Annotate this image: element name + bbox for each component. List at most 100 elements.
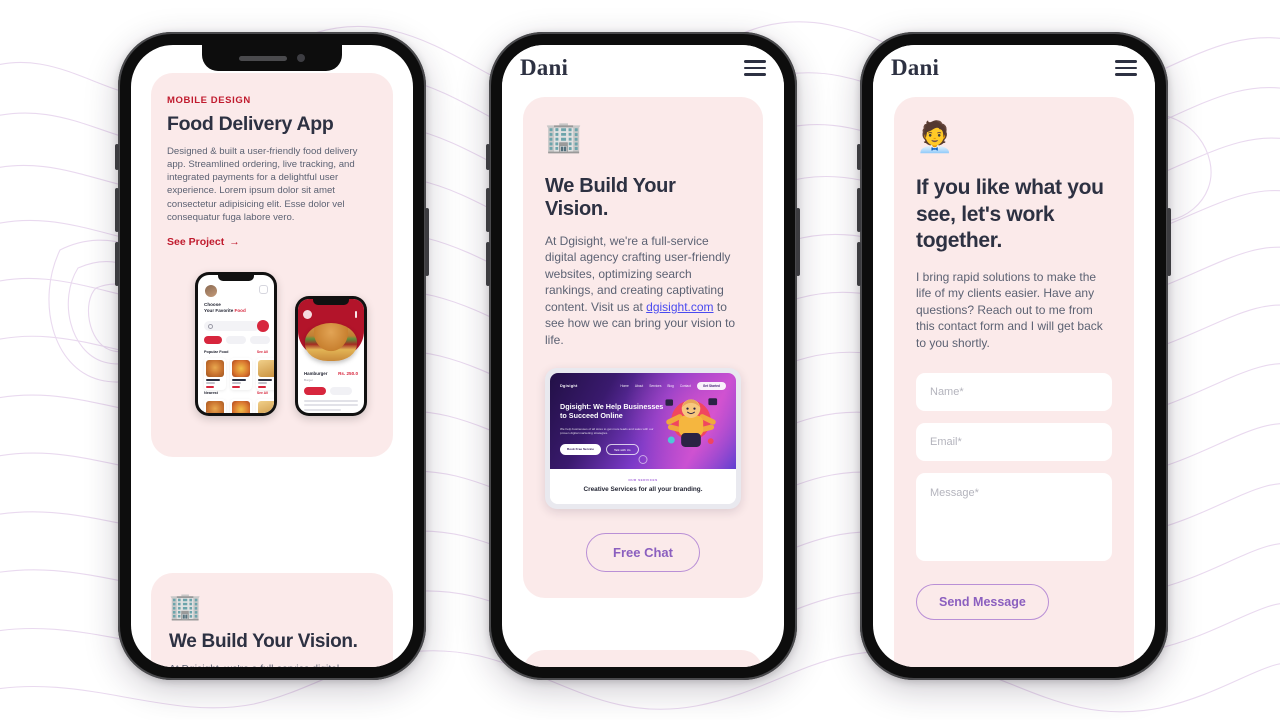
office-building-emoji: 🏢 — [169, 591, 202, 621]
mockup-chip-pizza[interactable] — [226, 335, 246, 344]
mockup-screen-detail: Hamburger Rs. 250.0 Burger — [295, 295, 367, 416]
mockup-section-popular: Popular Food — [204, 349, 229, 354]
contact-form[interactable]: Send Message — [916, 373, 1112, 621]
free-chat-button[interactable]: Free Chat — [586, 533, 700, 573]
preview-character-illustration — [665, 398, 718, 448]
mockup-food-card[interactable] — [230, 398, 252, 413]
preview-nav-blog: Blog — [667, 384, 674, 389]
mockup-chip-all[interactable] — [204, 335, 222, 344]
mockup-filter-button[interactable] — [257, 319, 269, 332]
mockup-tab-reviews[interactable] — [330, 386, 352, 395]
mockup-screen-home: Choose Your Favorite Food Popular Food S… — [195, 271, 277, 416]
mockup-title-line-1: Choose — [204, 301, 221, 307]
site-logo[interactable]: Dani — [520, 55, 568, 81]
preview-logo: Dgisight — [560, 384, 578, 389]
mockup-tab-details[interactable] — [304, 386, 326, 395]
preview-primary-button: Book Free Service — [560, 444, 601, 456]
phone-notch — [202, 45, 342, 71]
preview-hero: Dgisight Home About Services Blog Contac… — [550, 373, 736, 469]
mockup-see-all-popular[interactable]: See All — [257, 350, 268, 354]
phone-mockup-project: MOBILE DESIGN Food Delivery App Designed… — [115, 32, 429, 680]
preview-services-kicker: OUR SERVICES — [628, 478, 658, 483]
mockup-search-field[interactable] — [204, 320, 260, 331]
mockup-chip-burger[interactable] — [250, 335, 270, 344]
page-scroll-area-3[interactable]: 🧑‍💼 If you like what you see, let's work… — [873, 45, 1155, 667]
power-button[interactable] — [1167, 208, 1171, 276]
see-project-link[interactable]: See Project → — [167, 236, 240, 248]
mockup-burger-image — [305, 322, 357, 361]
mockup-food-card[interactable] — [256, 357, 274, 391]
power-button[interactable] — [796, 208, 800, 276]
name-input[interactable] — [916, 373, 1112, 412]
next-section-card: 🧑‍💼 — [523, 650, 763, 667]
preview-scroll-indicator — [638, 455, 648, 465]
vision-teaser-body: At Dgisight, we're a full-service digita… — [169, 663, 375, 667]
page-scroll-area-2[interactable]: 🏢 We Build Your Vision. At Dgisight, we'… — [502, 45, 784, 667]
email-input[interactable] — [916, 423, 1112, 462]
mockup-notch-a — [218, 274, 254, 281]
mockup-detail-tabs[interactable] — [304, 386, 352, 395]
project-category-label: MOBILE DESIGN — [167, 95, 251, 106]
mockup-home-title: Choose Your Favorite Food — [204, 302, 246, 314]
volume-up-button[interactable] — [486, 188, 490, 232]
silent-switch[interactable] — [486, 144, 490, 170]
mockup-food-card[interactable] — [230, 357, 252, 391]
hamburger-menu-icon[interactable] — [744, 60, 766, 76]
mockup-food-grid-nearest — [204, 398, 274, 413]
vision-body: At Dgisight, we're a full-service digita… — [545, 233, 741, 348]
preview-nav-services: Services — [649, 384, 662, 389]
vision-teaser-title: We Build Your Vision. — [169, 631, 358, 652]
vision-title: We Build Your Vision. — [545, 175, 676, 220]
mockup-category-chips[interactable] — [204, 335, 274, 344]
project-card: MOBILE DESIGN Food Delivery App Designed… — [151, 73, 393, 457]
mockup-food-thumb — [232, 400, 250, 413]
silent-switch[interactable] — [115, 144, 119, 170]
dgisight-website-preview[interactable]: Dgisight Home About Services Blog Contac… — [545, 368, 741, 510]
silent-switch[interactable] — [857, 144, 861, 170]
mockup-food-card[interactable] — [204, 357, 226, 391]
hamburger-menu-icon[interactable] — [1115, 60, 1137, 76]
mockup-product-name: Hamburger — [304, 370, 328, 376]
mockup-notch-b — [313, 298, 349, 305]
mockup-back-button[interactable] — [303, 309, 312, 319]
site-header: Dani — [502, 45, 784, 91]
mockup-food-thumb — [258, 400, 274, 413]
office-building-emoji: 🏢 — [545, 121, 583, 154]
volume-up-button[interactable] — [115, 188, 119, 232]
mockup-more-options-icon[interactable] — [355, 310, 357, 318]
power-button[interactable] — [425, 208, 429, 276]
preview-hero-body: We help businesses of all sizes to get m… — [560, 426, 654, 436]
site-logo[interactable]: Dani — [891, 55, 939, 81]
volume-down-button[interactable] — [115, 242, 119, 286]
phone-screen-project: MOBILE DESIGN Food Delivery App Designed… — [131, 45, 413, 667]
food-delivery-app-mockup: Choose Your Favorite Food Popular Food S… — [167, 266, 377, 416]
vision-card: 🏢 We Build Your Vision. At Dgisight, we'… — [523, 97, 763, 599]
volume-down-button[interactable] — [857, 242, 861, 286]
mockup-detail-description — [304, 399, 358, 413]
mockup-title-line-2: Your Favorite — [204, 308, 235, 314]
preview-services-section: OUR SERVICES Creative Services for all y… — [550, 469, 736, 505]
mockup-see-all-nearest[interactable]: See All — [257, 391, 268, 395]
volume-up-button[interactable] — [857, 188, 861, 232]
send-message-button[interactable]: Send Message — [916, 584, 1049, 621]
message-textarea[interactable] — [916, 473, 1112, 562]
contact-card: 🧑‍💼 If you like what you see, let's work… — [894, 97, 1134, 667]
arrow-right-icon: → — [229, 235, 240, 248]
dgisight-website-link[interactable]: dgisight.com — [646, 300, 713, 314]
preview-nav-home: Home — [620, 384, 629, 389]
site-header: Dani — [873, 45, 1155, 91]
phone-screen-vision: Dani 🏢 We Build Your Vision. At Dgisight… — [502, 45, 784, 667]
contact-body: I bring rapid solutions to make the life… — [916, 269, 1103, 350]
mockup-food-card[interactable] — [256, 398, 274, 413]
preview-services-title: Creative Services for all your branding. — [583, 486, 703, 494]
page-scroll-area-1[interactable]: MOBILE DESIGN Food Delivery App Designed… — [131, 45, 413, 667]
front-camera — [297, 54, 305, 62]
volume-down-button[interactable] — [486, 242, 490, 286]
mockup-food-card[interactable] — [204, 398, 226, 413]
mockup-product-price: Rs. 250.0 — [338, 370, 358, 376]
project-description: Designed & built a user-friendly food de… — [167, 146, 358, 223]
vision-teaser-card: 🏢 We Build Your Vision. At Dgisight, we'… — [151, 573, 393, 667]
contact-title: If you like what you see, let's work tog… — [916, 176, 1104, 253]
preview-hero-title: Dgisight: We Help Businesses to Succeed … — [560, 402, 664, 421]
phone-screen-contact: Dani 🧑‍💼 If you like what you see, let's… — [873, 45, 1155, 667]
